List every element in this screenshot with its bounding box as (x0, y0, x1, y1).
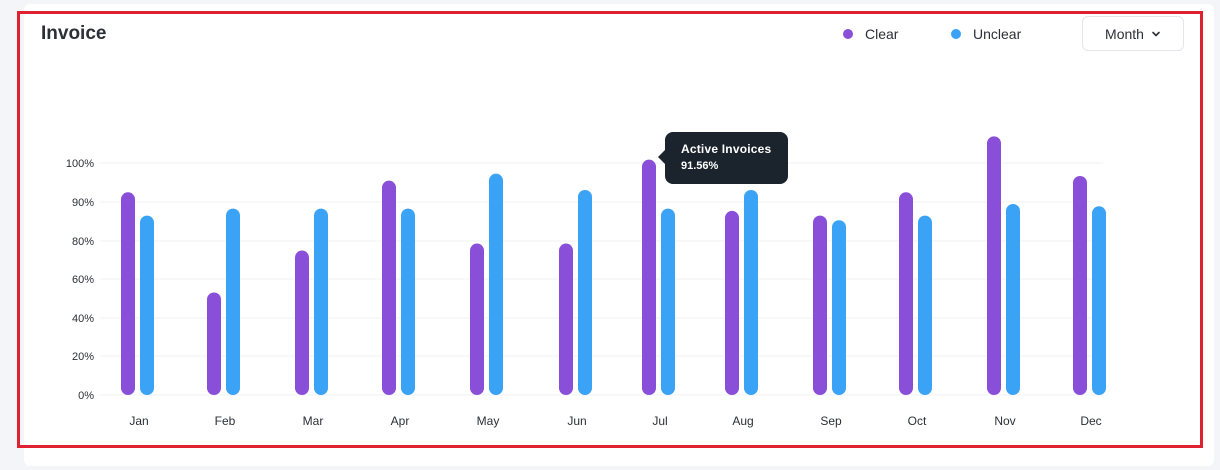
bar-clear-jul[interactable] (642, 159, 656, 395)
bar-unclear-oct[interactable] (918, 215, 932, 395)
bar-unclear-mar[interactable] (314, 208, 328, 395)
bar-clear-nov[interactable] (987, 136, 1001, 395)
x-tick-label: Dec (1080, 414, 1101, 428)
x-tick-label: Mar (303, 414, 324, 428)
bar-clear-oct[interactable] (899, 192, 913, 395)
bar-unclear-jun[interactable] (578, 189, 592, 395)
bar-chart: 0% 20% 40% 60% 80% 90% 100% Jan Feb Mar Apr May Jun J… (66, 136, 1106, 428)
y-tick-label: 90% (72, 197, 94, 209)
bar-unclear-jul[interactable] (661, 208, 675, 395)
bar-clear-aug[interactable] (725, 210, 739, 395)
x-tick-label: Aug (732, 414, 753, 428)
x-tick-label: Oct (908, 414, 927, 428)
tooltip-value: 91.56% (681, 160, 719, 172)
y-tick-label: 60% (72, 274, 94, 286)
bar-clear-jan[interactable] (121, 192, 135, 395)
bar-clear-sep[interactable] (813, 215, 827, 395)
bar-unclear-dec[interactable] (1092, 206, 1106, 395)
x-tick-label: Jul (652, 414, 667, 428)
tooltip-title: Active Invoices (681, 142, 772, 156)
y-tick-label: 20% (72, 351, 94, 363)
x-tick-label: Sep (820, 414, 842, 428)
y-tick-label: 40% (72, 313, 94, 325)
bar-clear-apr[interactable] (382, 180, 396, 395)
x-tick-label: Apr (391, 414, 410, 428)
bar-clear-feb[interactable] (207, 292, 221, 395)
chart-tooltip: Active Invoices 91.56% (658, 132, 788, 184)
bar-unclear-jan[interactable] (140, 215, 154, 395)
x-tick-label: Jun (567, 414, 586, 428)
bar-unclear-nov[interactable] (1006, 203, 1020, 395)
x-tick-label: Feb (215, 414, 236, 428)
bar-unclear-feb[interactable] (226, 208, 240, 395)
x-tick-label: Jan (129, 414, 148, 428)
bar-unclear-apr[interactable] (401, 208, 415, 395)
bar-clear-may[interactable] (470, 243, 484, 395)
bar-unclear-may[interactable] (489, 173, 503, 395)
y-tick-label: 0% (78, 390, 94, 402)
x-tick-label: Nov (994, 414, 1015, 428)
bar-clear-jun[interactable] (559, 243, 573, 395)
page-background: Invoice Clear Unclear Month 0% 20% 40% 60% 8… (0, 0, 1220, 470)
y-tick-label: 80% (72, 236, 94, 248)
bar-unclear-aug[interactable] (744, 189, 758, 395)
x-tick-label: May (477, 414, 500, 428)
bar-clear-dec[interactable] (1073, 175, 1087, 395)
y-tick-label: 100% (66, 158, 94, 170)
bar-unclear-sep[interactable] (832, 220, 846, 395)
bar-clear-mar[interactable] (295, 250, 309, 395)
